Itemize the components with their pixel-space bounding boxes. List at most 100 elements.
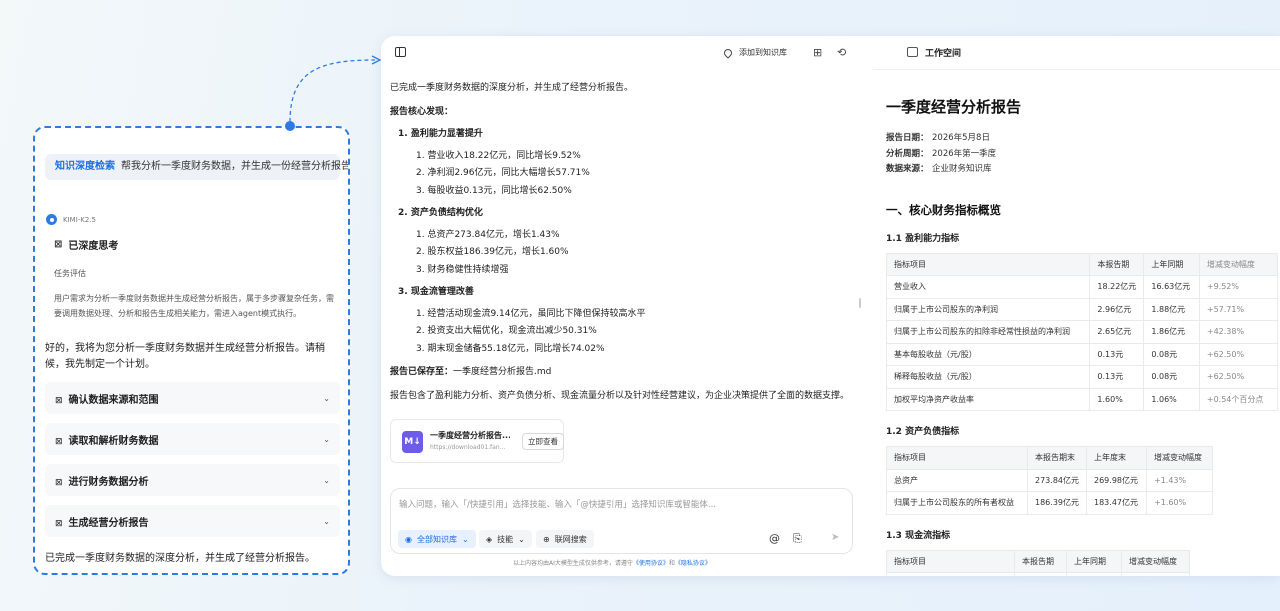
new-chat-icon[interactable]: ⊞ [813, 46, 822, 59]
think-subtitle: 任务评估 [54, 269, 86, 278]
skills-icon: ◈ [486, 534, 493, 544]
view-now-button[interactable]: 立即查看 [522, 433, 564, 450]
table-cell: 0.08元 [1143, 365, 1200, 389]
list-item: 1. 经营活动现金流9.14亿元，虽同比下降但保持较高水平 [416, 308, 646, 319]
section-heading: 一、核心财务指标概览 [886, 202, 1001, 217]
think-text: 用户需求为分析一季度财务数据并生成经营分析报告，属于多步骤复杂任务，需要调用数据… [54, 294, 334, 318]
table-cell: +42.38% [1198, 320, 1279, 344]
file-name: 一季度经营分析报告... [430, 431, 510, 440]
table-cell: 归属于上市公司股东的净利润 [885, 297, 1091, 321]
list-item: 3. 每股收益0.13元，同比增长62.50% [416, 185, 572, 196]
list-item: 2. 净利润2.96亿元，同比大幅增长57.71% [416, 168, 590, 178]
table-header-row: 指标项目 本报告期 上年同期 增减变动幅度 [885, 252, 1279, 276]
meta-row: 报告日期： 2026年5月8日 [886, 131, 1278, 147]
plan-step[interactable]: ⊠ 读取和解析财务数据 ⌄ [45, 423, 340, 455]
checklist-icon: ⊠ [55, 518, 63, 529]
plan-step[interactable]: ⊠ 进行财务数据分析 ⌄ [45, 464, 340, 496]
meta-row: 数据来源： 企业财务知识库 [886, 162, 1278, 178]
think-title-text: 已深度思考 [68, 241, 119, 252]
table-cell: 1.60% [1089, 387, 1145, 411]
column-header: 增减变动幅度 [1198, 252, 1279, 276]
disclaimer: 以上内容均由AI大模型生成仅供参考，请遵守《使用协议》和《隐私协议》 [513, 558, 711, 567]
table-cell: 1.86亿元 [1143, 320, 1200, 344]
kb-selector-chip[interactable]: ◉ 全部知识库 ⌄ [398, 530, 476, 548]
list-item: 3. 财务稳健性持续增强 [416, 264, 509, 275]
web-search-chip[interactable]: ⊕ 联网搜索 [536, 530, 594, 548]
table-cell: 1.88亿元 [1143, 297, 1200, 321]
chevron-down-icon[interactable]: ⌄ [323, 435, 330, 444]
checklist-icon: ⊠ [55, 395, 63, 406]
chevron-down-icon[interactable]: ⌄ [323, 517, 330, 526]
location-pin-icon: ◉ [405, 534, 412, 544]
table-cell: 186.39亿元 [1027, 491, 1087, 515]
profitability-table: 指标项目 本报告期 上年同期 增减变动幅度 营业收入 18.22亿元 16.63亿元… [885, 252, 1279, 412]
list-item: 2. 投资支出大幅优化，现金流出减少50.31% [416, 326, 597, 336]
table-title: 1.3 现金流指标 [886, 530, 951, 541]
chevron-down-icon: ⌄ [518, 534, 525, 544]
cashflow-table: 指标项目 本报告期 上年同期 增减变动幅度 [886, 549, 1190, 576]
privacy-link[interactable]: 《隐私协议》 [675, 560, 711, 567]
send-icon[interactable]: ➤ [831, 532, 839, 543]
column-header: 本报告期 [1014, 549, 1067, 573]
table-cell: +1.43% [1146, 468, 1213, 492]
add-to-kb-label: 添加到知识库 [739, 48, 787, 57]
table-row: 归属于上市公司股东的扣除非经常性损益的净利润 2.65亿元 1.86亿元 +42.38… [885, 320, 1279, 344]
markdown-file-icon: M↓ [402, 431, 423, 453]
add-to-kb-button[interactable]: 添加到知识库 [722, 46, 787, 59]
attachment-icon[interactable]: ⎘ [793, 532, 802, 546]
skills-chip-label: 技能 [497, 534, 514, 544]
skills-chip[interactable]: ◈ 技能 ⌄ [479, 530, 532, 548]
completion-text: 已完成一季度财务数据的深度分析，并生成了经营分析报告。 [45, 553, 315, 564]
table-cell: 加权平均净资产收益率 [885, 387, 1091, 411]
plan-step[interactable]: ⊠ 确认数据来源和范围 ⌄ [45, 382, 340, 414]
saved-label: 报告已保存至： [390, 367, 454, 377]
table-cell: 2.65亿元 [1089, 320, 1145, 344]
file-url: https://download01.fan... [430, 444, 506, 451]
terms-link[interactable]: 《使用协议》 [633, 560, 669, 567]
sidebar-toggle-icon[interactable] [395, 47, 406, 57]
table-row: 总资产 273.84亿元 269.98亿元 +1.43% [886, 468, 1213, 492]
chat-input[interactable]: 输入问题，输入「/快捷引用」选择技能、输入「@快捷引用」选择知识库或智能体... [399, 498, 716, 510]
table-header-row: 指标项目 本报告期末 上年度末 增减变动幅度 [886, 446, 1213, 470]
search-icon: ⊕ [543, 534, 550, 544]
table-row: 归属于上市公司股东的所有者权益 186.39亿元 183.47亿元 +1.60% [886, 491, 1213, 515]
mode-tag[interactable]: 知识深度检索 [55, 161, 115, 172]
table-row: 基本每股收益（元/股） 0.13元 0.08元 +62.50% [885, 342, 1279, 366]
column-header: 指标项目 [886, 446, 1028, 470]
column-header: 本报告期 [1089, 252, 1145, 276]
meta-value: 企业财务知识库 [932, 164, 992, 174]
table-cell: 归属于上市公司股东的扣除非经常性损益的净利润 [885, 320, 1091, 344]
column-header: 指标项目 [886, 549, 1015, 573]
table-cell: 18.22亿元 [1089, 275, 1145, 299]
chevron-down-icon[interactable]: ⌄ [323, 394, 330, 403]
user-question-bubble: 知识深度检索 帮我分析一季度财务数据，并生成一份经营分析报告。 [45, 154, 348, 180]
section-title: 2. 资产负债结构优化 [398, 208, 483, 218]
table-cell: 16.63亿元 [1143, 275, 1200, 299]
model-logo-icon [46, 214, 57, 225]
at-mention-icon[interactable]: @ [769, 532, 780, 545]
assistant-message: 已完成一季度财务数据的深度分析，并生成了经营分析报告。 报告核心发现： 1. 盈… [390, 80, 850, 405]
table-cell: 营业收入 [885, 275, 1091, 299]
table-cell: +9.52% [1198, 275, 1279, 299]
doc-title: 一季度经营分析报告 [886, 98, 1022, 116]
kb-chip-label: 全部知识库 [416, 534, 457, 544]
plan-step-label: 读取和解析财务数据 [68, 435, 159, 447]
deep-thinking-header[interactable]: ⊠ 已深度思考 [54, 237, 348, 252]
plan-step[interactable]: ⊠ 生成经营分析报告 ⌄ [45, 505, 340, 537]
assistant-reply: 好的，我将为您分析一季度财务数据并生成经营分析报告。请稍候，我先制定一个计划。 [45, 343, 325, 370]
findings-title: 报告核心发现： [390, 106, 454, 117]
file-attachment-card[interactable]: M↓ 一季度经营分析报告... https://download01.fan..… [390, 419, 564, 463]
table-row: 加权平均净资产收益率 1.60% 1.06% +0.54个百分点 [885, 387, 1279, 411]
table-cell: 269.98亿元 [1086, 468, 1147, 492]
table-title: 1.1 盈利能力指标 [886, 233, 960, 244]
chevron-down-icon[interactable]: ⌄ [323, 476, 330, 485]
report-document: 一季度经营分析报告 报告日期： 2026年5月8日 分析周期： 2026年第一季度 … [885, 96, 1279, 576]
doc-meta: 报告日期： 2026年5月8日 分析周期： 2026年第一季度 数据来源： 企业财务知… [886, 131, 1278, 178]
table-cell: 2.96亿元 [1089, 297, 1145, 321]
pane-resize-handle[interactable] [859, 298, 861, 308]
chat-input-box[interactable]: 输入问题，输入「/快捷引用」选择技能、输入「@快捷引用」选择知识库或智能体...… [390, 488, 853, 554]
history-icon[interactable]: ⟲ [837, 46, 846, 59]
meta-value: 2026年5月8日 [932, 133, 990, 143]
meta-value: 2026年第一季度 [932, 148, 997, 159]
list-item: 1. 总资产273.84亿元，增长1.43% [416, 229, 560, 240]
